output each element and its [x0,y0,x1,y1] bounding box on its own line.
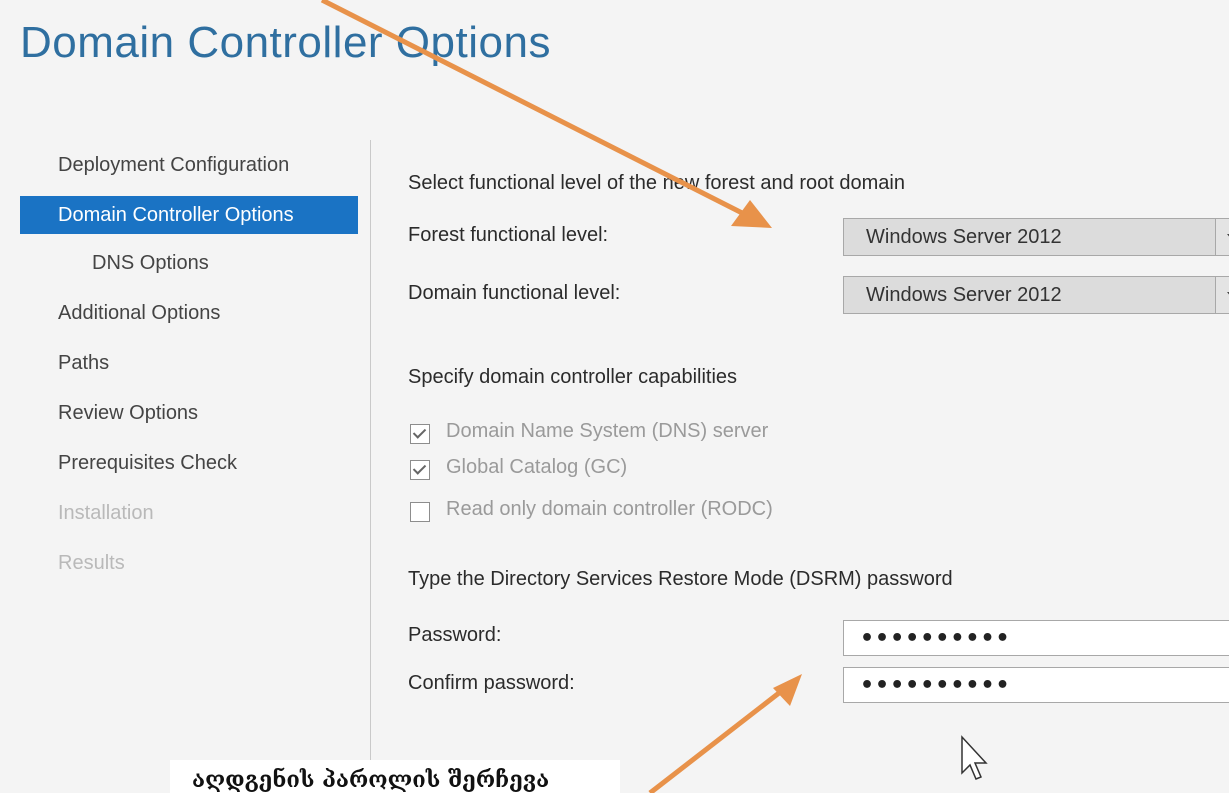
global-catalog-checkbox [410,460,430,480]
rodc-label: Read only domain controller (RODC) [446,498,773,520]
rodc-checkbox [410,502,430,522]
global-catalog-label: Global Catalog (GC) [446,456,628,478]
forest-functional-level-value: Windows Server 2012 [866,226,1062,248]
chevron-down-icon[interactable] [1215,277,1229,313]
sidebar-item-results: Results [58,552,125,574]
forest-functional-level-label: Forest functional level: [408,224,609,246]
sidebar-item-paths[interactable]: Paths [20,344,109,382]
dns-server-checkbox [410,424,430,444]
password-label: Password: [408,624,502,646]
sidebar-item-dns-options[interactable]: DNS Options [20,244,209,282]
sidebar-item-additional-options[interactable]: Additional Options [20,294,220,332]
confirm-password-label: Confirm password: [408,672,575,694]
annotation-caption: აღდგენის პაროლის შერჩევა [170,760,620,793]
password-field[interactable]: •••••••••• [843,620,1229,656]
functional-level-heading: Select functional level of the new fores… [408,172,905,194]
domain-functional-level-value: Windows Server 2012 [866,284,1062,306]
sidebar-item-installation: Installation [58,502,154,524]
domain-functional-level-label: Domain functional level: [408,282,621,304]
chevron-down-icon[interactable] [1215,219,1229,255]
dns-server-label: Domain Name System (DNS) server [446,420,769,442]
confirm-password-field[interactable]: •••••••••• [843,667,1229,703]
sidebar-item-review-options[interactable]: Review Options [20,394,198,432]
password-value: •••••••••• [860,626,1011,651]
sidebar-item-prerequisites-check[interactable]: Prerequisites Check [20,444,237,482]
sidebar-item-deployment-configuration[interactable]: Deployment Configuration [20,146,289,184]
domain-functional-level-select[interactable]: Windows Server 2012 [843,276,1229,314]
forest-functional-level-select[interactable]: Windows Server 2012 [843,218,1229,256]
dsrm-heading: Type the Directory Services Restore Mode… [408,568,953,590]
wizard-sidebar: Deployment Configuration Domain Controll… [20,140,371,793]
options-panel: Select functional level of the new fores… [408,0,1229,793]
capabilities-heading: Specify domain controller capabilities [408,366,738,388]
sidebar-item-domain-controller-options[interactable]: Domain Controller Options [20,196,358,234]
confirm-password-value: •••••••••• [860,673,1011,698]
